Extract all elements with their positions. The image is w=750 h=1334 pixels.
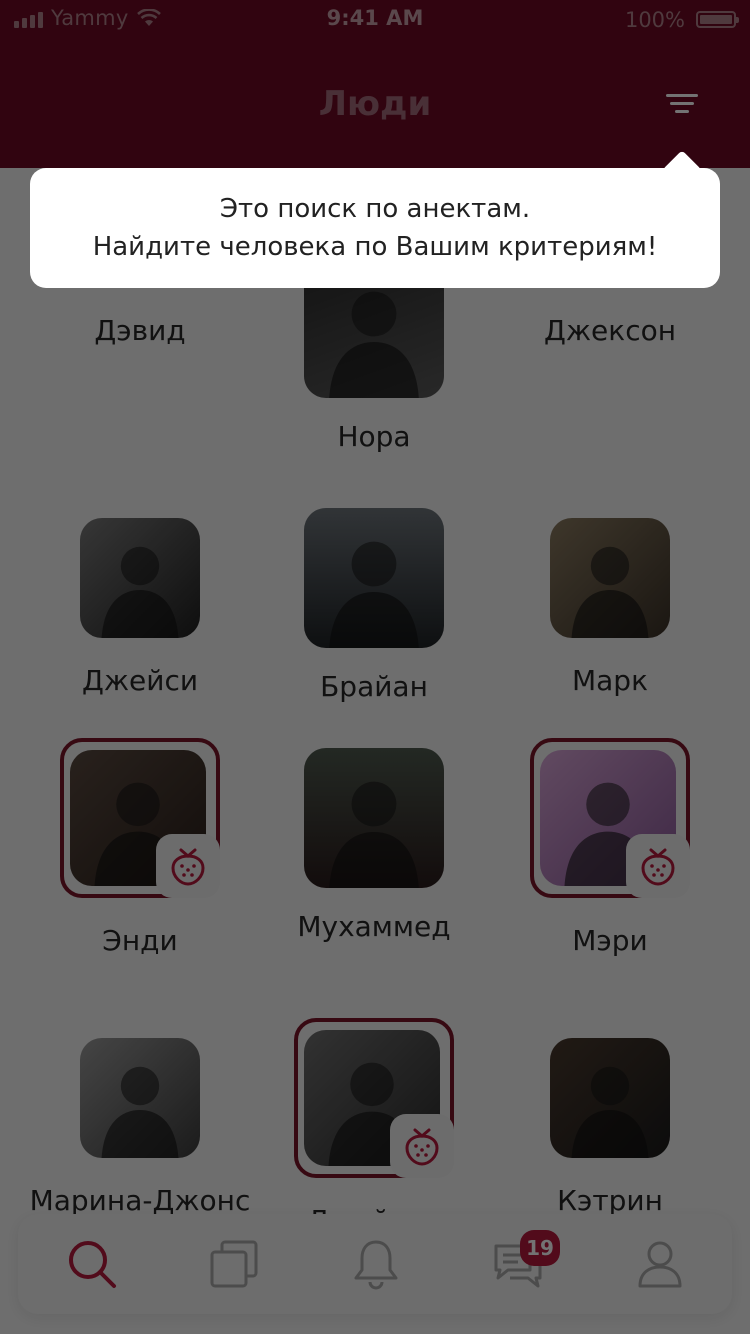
featured-badge bbox=[156, 834, 220, 898]
person-name: Мухаммед bbox=[297, 910, 451, 943]
featured-badge bbox=[626, 834, 690, 898]
bell-icon bbox=[354, 1240, 398, 1290]
battery-icon bbox=[696, 11, 739, 28]
unread-badge: 19 bbox=[520, 1230, 560, 1266]
strawberry-icon bbox=[405, 1128, 439, 1166]
profile-icon bbox=[638, 1241, 682, 1288]
tab-profile[interactable] bbox=[632, 1236, 688, 1292]
strawberry-icon bbox=[171, 848, 205, 886]
person-photo[interactable] bbox=[80, 1038, 200, 1158]
battery-percent: 100% bbox=[624, 8, 685, 32]
filter-lines-icon bbox=[666, 94, 698, 113]
page-title: Люди bbox=[318, 84, 432, 124]
person-name: Марк bbox=[571, 664, 648, 697]
status-bar: Yammy 9:41 AM 100% bbox=[0, 0, 750, 40]
person-name: Марина-Джонс bbox=[29, 1184, 251, 1217]
person-photo[interactable] bbox=[80, 518, 200, 638]
person-name: Джексон bbox=[543, 314, 677, 347]
filter-button[interactable] bbox=[660, 88, 706, 122]
person-name: Нора bbox=[337, 420, 411, 453]
person-photo[interactable] bbox=[550, 1038, 670, 1158]
person-name: Кэтрин bbox=[557, 1184, 663, 1217]
tab-search[interactable] bbox=[64, 1236, 120, 1292]
person-photo[interactable] bbox=[550, 518, 670, 638]
person-name: Джейси bbox=[81, 664, 199, 697]
search-icon bbox=[69, 1241, 116, 1288]
people-grid: Дэвид Нора Джексон Джейси Брайан Марк Энди Муха… bbox=[0, 128, 750, 1334]
tab-messages[interactable]: 19 bbox=[490, 1230, 560, 1292]
cards-icon bbox=[210, 1240, 258, 1288]
tab-cards[interactable] bbox=[206, 1236, 262, 1292]
tab-notifications[interactable] bbox=[348, 1236, 404, 1292]
person-name: Брайан bbox=[320, 670, 428, 703]
person-name: Дэвид bbox=[94, 314, 186, 347]
person-name: Энди bbox=[102, 924, 178, 957]
person-name: Мэри bbox=[572, 924, 648, 957]
onboarding-tooltip: Это поиск по анектам. Найдите человека п… bbox=[30, 168, 720, 288]
strawberry-icon bbox=[641, 848, 675, 886]
tooltip-line-2: Найдите человека по Вашим критериям! bbox=[92, 232, 658, 262]
tooltip-line-1: Это поиск по анектам. bbox=[219, 194, 531, 224]
tab-bar: 19 bbox=[18, 1214, 732, 1314]
featured-badge bbox=[390, 1114, 454, 1178]
person-photo[interactable] bbox=[304, 748, 444, 888]
person-photo[interactable] bbox=[304, 508, 444, 648]
